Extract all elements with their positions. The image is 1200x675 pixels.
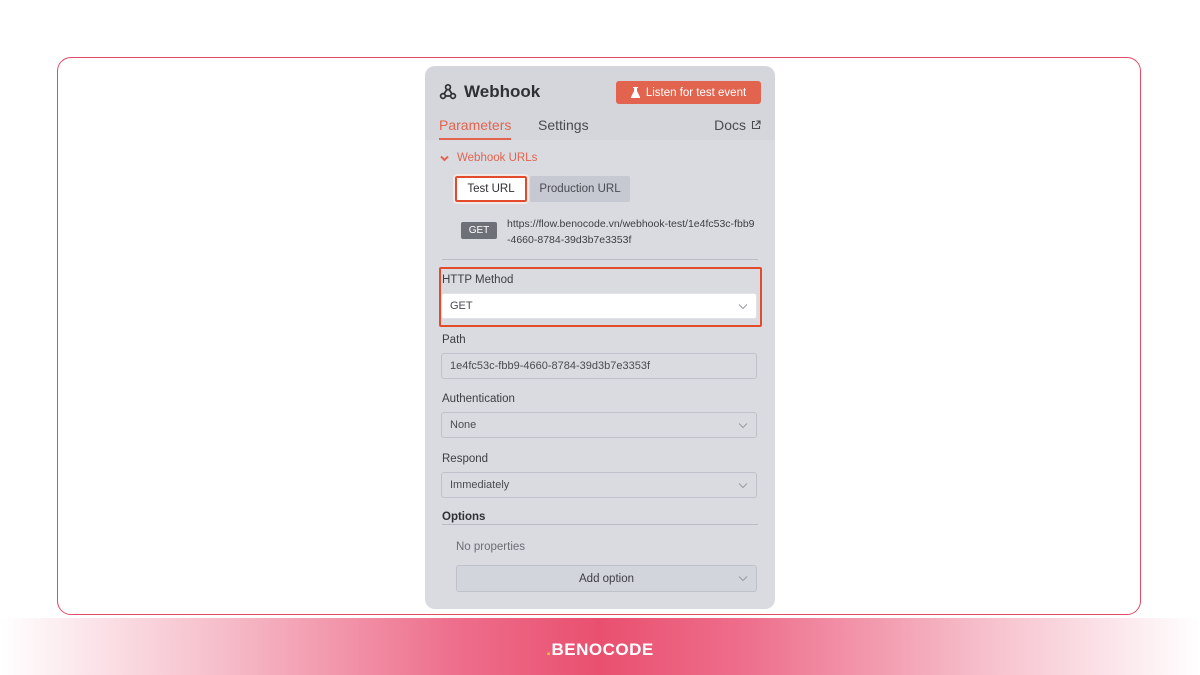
path-value: 1e4fc53c-fbb9-4660-8784-39d3b7e3353f xyxy=(450,360,650,372)
divider xyxy=(442,259,758,260)
tab-settings[interactable]: Settings xyxy=(538,117,589,133)
title-row: Webhook xyxy=(439,82,540,102)
panel-title: Webhook xyxy=(464,82,541,101)
chevron-down-icon xyxy=(738,423,748,429)
options-divider xyxy=(442,524,758,525)
docs-label: Docs xyxy=(714,117,746,133)
brand-name: BENOCODE xyxy=(551,640,654,659)
options-label: Options xyxy=(442,511,486,523)
production-url-tab[interactable]: Production URL xyxy=(530,176,630,202)
respond-select[interactable]: Immediately xyxy=(441,472,757,498)
tab-docs[interactable]: Docs xyxy=(714,117,761,133)
webhook-url[interactable]: https://flow.benocode.vn/webhook-test/1e… xyxy=(507,216,757,248)
tab-parameters[interactable]: Parameters xyxy=(439,117,512,140)
chevron-down-icon xyxy=(738,576,748,582)
panel-header: Webhook Listen for test event Parameters… xyxy=(425,66,775,140)
http-method-chip: GET xyxy=(461,222,497,239)
test-url-tab[interactable]: Test URL xyxy=(453,174,529,204)
respond-label: Respond xyxy=(442,453,489,465)
chevron-down-icon xyxy=(738,483,748,489)
webhook-node-panel: Webhook Listen for test event Parameters… xyxy=(425,66,775,609)
listen-for-test-event-button[interactable]: Listen for test event xyxy=(616,81,761,104)
authentication-label: Authentication xyxy=(442,393,515,405)
authentication-select[interactable]: None xyxy=(441,412,757,438)
path-label: Path xyxy=(442,334,466,346)
webhook-icon xyxy=(439,83,457,100)
respond-value: Immediately xyxy=(450,479,510,491)
chevron-down-icon xyxy=(440,155,449,161)
no-properties-text: No properties xyxy=(456,541,526,553)
add-option-label: Add option xyxy=(579,572,634,585)
listen-button-label: Listen for test event xyxy=(645,86,747,99)
flask-icon xyxy=(630,87,640,98)
brand-logo: .BENOCODE xyxy=(0,640,1200,660)
panel-tabs: Parameters Settings Docs xyxy=(439,117,761,140)
path-input[interactable]: 1e4fc53c-fbb9-4660-8784-39d3b7e3353f xyxy=(441,353,757,379)
external-link-icon xyxy=(751,120,761,130)
http-method-highlight xyxy=(439,267,762,327)
add-option-button[interactable]: Add option xyxy=(456,565,757,592)
webhook-urls-toggle[interactable]: Webhook URLs xyxy=(440,152,537,164)
authentication-value: None xyxy=(450,419,477,431)
webhook-urls-title: Webhook URLs xyxy=(457,152,538,164)
